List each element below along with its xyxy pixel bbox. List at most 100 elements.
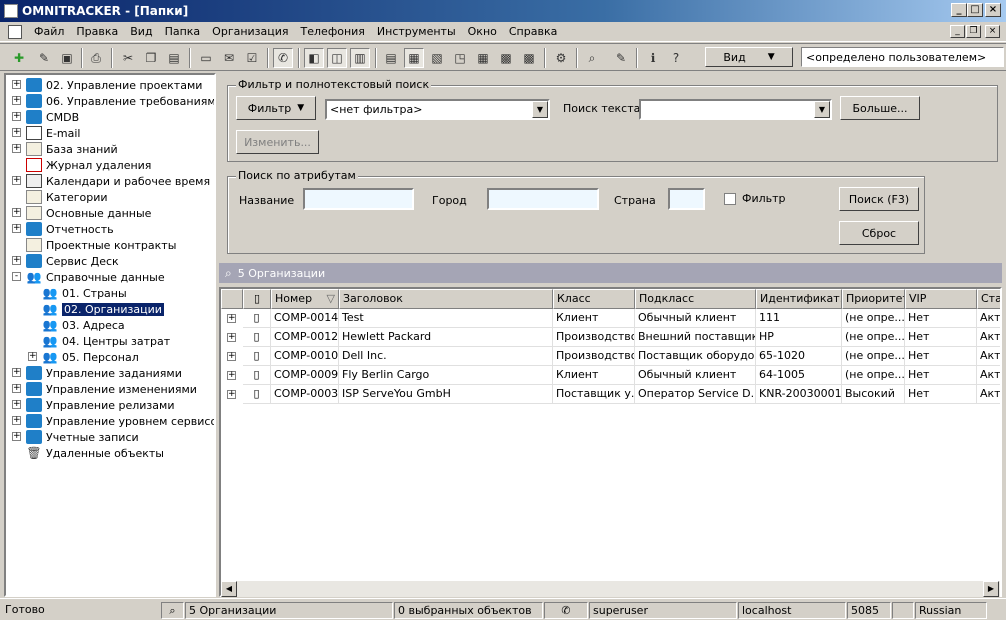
menu-tools[interactable]: Инструменты [371,25,462,38]
tree-item[interactable]: 👥 04. Центры затрат [42,333,171,349]
row-expander-icon[interactable]: + [227,371,236,380]
name-field[interactable] [303,188,414,210]
copy-icon[interactable]: ❐ [141,48,161,68]
layout-tree-icon[interactable]: ◧ [304,48,324,68]
layout-split-icon[interactable]: ◫ [327,48,347,68]
tree-item[interactable]: CMDB [26,109,79,125]
maximize-button[interactable]: □ [967,3,983,17]
row-expander-icon[interactable]: + [227,352,236,361]
tree-item[interactable]: 👥 01. Страны [42,285,127,301]
tree-item[interactable]: 👥 03. Адреса [42,317,125,333]
table-icon[interactable]: ▩ [496,48,516,68]
tree-item[interactable]: 02. Управление проектами [26,77,202,93]
layout-preview-icon[interactable]: ▥ [350,48,370,68]
settings-icon[interactable]: ⚙ [551,48,571,68]
column-header-number[interactable]: Номер ▽ [271,289,339,309]
country-field[interactable] [668,188,705,210]
tree-item[interactable]: 👥 05. Персонал [42,349,139,365]
window-icon[interactable]: ▭ [196,48,216,68]
row-expander-icon[interactable]: + [227,390,236,399]
view-button[interactable]: Вид ▼ [705,47,793,67]
horizontal-scrollbar[interactable]: ◀ ▶ [221,580,1000,597]
scroll-left-icon[interactable]: ◀ [221,581,237,597]
expand-column-header[interactable] [221,289,243,309]
tree-expander-icon[interactable]: - [12,272,21,281]
tree-expander-icon[interactable]: + [12,128,21,137]
tree-item[interactable]: База знаний [26,141,118,157]
details-view-icon[interactable]: ▦ [404,48,424,68]
mdi-minimize-button[interactable]: _ [950,25,965,38]
row-expander-icon[interactable]: + [227,314,236,323]
dropdown-arrow-icon[interactable]: ▼ [532,101,548,118]
tree-expander-icon[interactable]: + [12,384,21,393]
color-scheme-icon[interactable]: ✎ [611,48,631,68]
column-header-status[interactable]: Ста [977,289,1000,309]
column-header-title[interactable]: Заголовок [339,289,553,309]
search-f3-button[interactable]: Поиск (F3) [839,187,919,211]
search-icon[interactable]: ⌕ [582,48,602,68]
tree-item[interactable]: Управление изменениями [26,381,197,397]
tree-item[interactable]: Управление уровнем сервисов [26,413,214,429]
organizations-grid[interactable]: ▯ Номер ▽ Заголовок Класс Подкласс Иденти… [219,287,1002,597]
tree-item[interactable]: Категории [26,189,108,205]
tree-expander-icon[interactable]: + [12,256,21,265]
grid-icon[interactable]: ▦ [473,48,493,68]
tree-item[interactable]: Основные данные [26,205,151,221]
tree-expander-icon[interactable]: + [12,208,21,217]
report-icon[interactable]: ▧ [427,48,447,68]
reset-button[interactable]: Сброс [839,221,919,245]
close-button[interactable]: × [985,3,1001,17]
more-button[interactable]: Больше... [840,96,920,120]
tree-item[interactable]: Отчетность [26,221,114,237]
tree-expander-icon[interactable]: + [28,352,37,361]
tree-item[interactable]: 🗑 Удаленные объекты [26,445,164,461]
filter-checkbox[interactable] [724,193,736,205]
document-icon[interactable] [8,24,22,39]
menu-telephony[interactable]: Телефония [295,25,371,38]
column-header-identifier[interactable]: Идентификат... [756,289,842,309]
print-icon[interactable]: ⎙ [86,48,106,68]
city-field[interactable] [487,188,599,210]
minimize-button[interactable]: _ [951,3,967,17]
menu-view[interactable]: Вид [124,25,158,38]
chart-icon[interactable]: ◳ [450,48,470,68]
tree-item[interactable]: Управление заданиями [26,365,182,381]
dropdown-arrow-icon[interactable]: ▼ [814,101,830,118]
phone-icon[interactable]: ✆ [273,48,293,68]
tree-expander-icon[interactable]: + [12,400,21,409]
tree-expander-icon[interactable]: + [12,176,21,185]
tree-expander-icon[interactable]: + [12,368,21,377]
filter-button[interactable]: Фильтр ▼ [236,96,316,120]
folder-tree[interactable]: +02. Управление проектами +06. Управление… [4,73,216,597]
menu-window[interactable]: Окно [462,25,503,38]
info-icon[interactable]: ℹ [643,48,663,68]
column-header-subclass[interactable]: Подкласс [635,289,756,309]
column-header-class[interactable]: Класс [553,289,635,309]
tree-expander-icon[interactable]: + [12,80,21,89]
search-text-combo[interactable]: ▼ [639,99,832,120]
tree-expander-icon[interactable]: + [12,416,21,425]
doc-column-header[interactable]: ▯ [243,289,271,309]
tree-item[interactable]: E-mail [26,125,81,141]
message-icon[interactable]: ✉ [219,48,239,68]
menu-folder[interactable]: Папка [159,25,207,38]
mdi-close-button[interactable]: × [985,25,1000,38]
checkbox-icon[interactable]: ☑ [242,48,262,68]
cut-icon[interactable]: ✂ [118,48,138,68]
tree-expander-icon[interactable]: + [12,144,21,153]
tree-item[interactable]: Учетные записи [26,429,139,445]
tree-item[interactable]: Журнал удаления [26,157,151,173]
menu-file[interactable]: Файл [28,25,70,38]
tree-item[interactable]: Управление релизами [26,397,174,413]
menu-edit[interactable]: Правка [70,25,124,38]
tree-item[interactable]: Проектные контракты [26,237,176,253]
scroll-right-icon[interactable]: ▶ [983,581,999,597]
column-header-vip[interactable]: VIP [905,289,977,309]
view-combo[interactable]: <определено пользователем> [801,47,1004,67]
tree-item[interactable]: 👥 Справочные данные [26,269,165,285]
menu-organization[interactable]: Организация [206,25,294,38]
tree-item[interactable]: Сервис Деск [26,253,119,269]
open-icon[interactable]: ✎ [34,48,54,68]
list-view-icon[interactable]: ▤ [381,48,401,68]
menu-help[interactable]: Справка [503,25,563,38]
